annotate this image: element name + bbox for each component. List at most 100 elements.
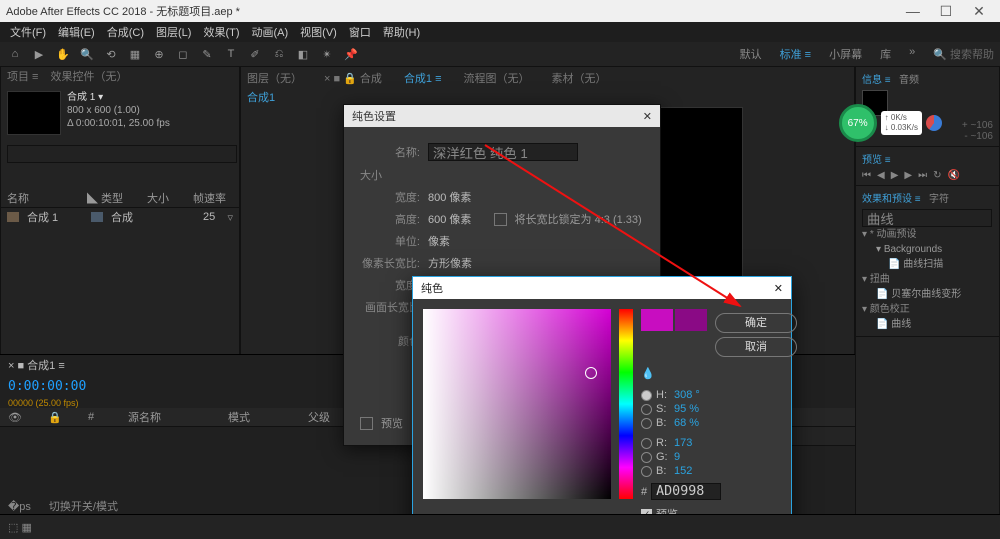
maximize-button[interactable]: ☐ [931,3,961,20]
prev-frame-icon[interactable]: ◀ [877,170,885,181]
rotate-tool-icon[interactable]: ⟲ [102,45,120,63]
tab-layer[interactable]: 图层（无） [247,70,302,86]
b-value[interactable]: 68 % [674,417,699,429]
solid-dialog-close-icon[interactable]: ✕ [643,110,652,123]
search-icon[interactable]: 🔍 搜索帮助 [933,46,994,62]
workspace-more-icon[interactable]: » [909,46,915,62]
menu-window[interactable]: 窗口 [345,24,375,40]
tree-scanlines[interactable]: 📄 曲线扫描 [862,257,993,272]
tree-color-correct[interactable]: ▾ 颜色校正 [862,302,993,317]
h-radio[interactable] [641,390,652,401]
lock-column-icon[interactable]: 🔒 [48,411,68,424]
brush-tool-icon[interactable]: ✐ [246,45,264,63]
workspace-default[interactable]: 默认 [740,46,762,62]
width-value[interactable]: 800 像素 [428,189,471,205]
eye-column-icon[interactable]: 👁 [8,411,28,424]
close-button[interactable]: ✕ [964,3,994,20]
menu-view[interactable]: 视图(V) [296,24,341,40]
menu-effect[interactable]: 效果(T) [199,24,243,40]
solid-name-input[interactable] [428,143,578,161]
audio-panel-tab[interactable]: 音频 [899,75,919,86]
g-value[interactable]: 9 [674,451,680,463]
last-frame-icon[interactable]: ⏭ [918,170,927,181]
col-size[interactable]: 大小 [147,190,183,206]
h-value[interactable]: 308 ° [674,389,700,401]
menu-layer[interactable]: 图层(L) [152,24,195,40]
par-value[interactable]: 方形像素 [428,255,472,271]
col-type[interactable]: ◣ 类型 [87,190,137,206]
tab-flowchart[interactable]: 流程图（无） [464,70,530,86]
info-panel-tab[interactable]: 信息 ≡ [862,75,891,86]
lock-aspect-checkbox[interactable] [494,213,507,226]
text-tool-icon[interactable]: T [222,45,240,63]
tree-distort[interactable]: ▾ 扭曲 [862,272,993,287]
toggle-switches-icon[interactable]: �ps [8,500,31,513]
preview-panel-tab[interactable]: 预览 ≡ [862,155,891,166]
project-item-row[interactable]: 合成 1 合成 25 ▿ [1,208,239,226]
tree-bezier[interactable]: 📄 贝塞尔曲线变形 [862,287,993,302]
col-name[interactable]: 名称 [7,190,77,206]
saturation-value-field[interactable] [423,309,611,499]
tab-material[interactable]: 素材（无） [552,70,607,86]
menu-animation[interactable]: 动画(A) [248,24,293,40]
workspace-library[interactable]: 库 [880,46,891,62]
next-frame-icon[interactable]: ▶ [904,170,912,181]
stamp-tool-icon[interactable]: ⎌ [270,45,288,63]
roto-tool-icon[interactable]: ✴ [318,45,336,63]
anchor-tool-icon[interactable]: ⊕ [150,45,168,63]
tab-comp-active[interactable]: 合成1 ≡ [404,70,442,86]
selection-tool-icon[interactable]: ▶ [30,45,48,63]
shape-tool-icon[interactable]: ◻ [174,45,192,63]
hand-tool-icon[interactable]: ✋ [54,45,72,63]
bl-radio[interactable] [641,466,652,477]
menu-file[interactable]: 文件(F) [6,24,50,40]
play-icon[interactable]: ▶ [891,170,899,181]
tree-animation-presets[interactable]: ▾ * 动画预设 [862,227,993,242]
timeline-tab[interactable]: × ■ 合成1 ≡ [8,357,65,373]
r-value[interactable]: 173 [674,437,692,449]
effect-controls-tab[interactable]: 效果控件（无） [50,68,127,84]
effects-search-input[interactable] [862,209,992,227]
pen-tool-icon[interactable]: ✎ [198,45,216,63]
loop-icon[interactable]: ↻ [933,170,941,181]
switches-modes-toggle[interactable]: 切换开关/模式 [49,498,118,514]
col-parent[interactable]: 父级 [308,409,330,425]
eraser-tool-icon[interactable]: ◧ [294,45,312,63]
effects-presets-tab[interactable]: 效果和预设 ≡ [862,194,921,205]
sv-cursor[interactable] [585,367,597,379]
camera-tool-icon[interactable]: ▦ [126,45,144,63]
col-source-name[interactable]: 源名称 [128,409,208,425]
height-value[interactable]: 600 像素 [428,211,471,227]
g-radio[interactable] [641,452,652,463]
composition-thumbnail[interactable] [7,91,61,135]
preview-checkbox[interactable] [360,417,373,430]
zoom-tool-icon[interactable]: 🔍 [78,45,96,63]
home-tool-icon[interactable]: ⌂ [6,45,24,63]
cancel-button[interactable]: 取消 [715,337,797,357]
first-frame-icon[interactable]: ⏮ [862,170,871,181]
project-tab[interactable]: 项目 ≡ [7,68,38,84]
hue-slider[interactable] [619,309,633,499]
puppet-tool-icon[interactable]: 📌 [342,45,360,63]
col-mode[interactable]: 模式 [228,409,288,425]
b-radio[interactable] [641,418,652,429]
minimize-button[interactable]: — [898,3,928,19]
menu-help[interactable]: 帮助(H) [379,24,424,40]
tree-curves[interactable]: 📄 曲线 [862,317,993,332]
r-radio[interactable] [641,438,652,449]
project-search-input[interactable] [7,145,237,163]
ok-button[interactable]: 确定 [715,313,797,333]
color-dialog-close-icon[interactable]: ✕ [774,282,783,295]
workspace-standard[interactable]: 标准 ≡ [780,46,811,62]
units-value[interactable]: 像素 [428,233,450,249]
s-value[interactable]: 95 % [674,403,699,415]
mute-icon[interactable]: 🔇 [948,170,960,181]
workspace-small[interactable]: 小屏幕 [829,46,862,62]
tree-backgrounds[interactable]: ▾ Backgrounds [862,242,993,257]
character-tab[interactable]: 字符 [929,194,949,205]
menu-edit[interactable]: 编辑(E) [54,24,99,40]
status-icon[interactable]: ⬚ ▦ [8,521,32,534]
bl-value[interactable]: 152 [674,465,692,477]
menu-composition[interactable]: 合成(C) [103,24,148,40]
s-radio[interactable] [641,404,652,415]
